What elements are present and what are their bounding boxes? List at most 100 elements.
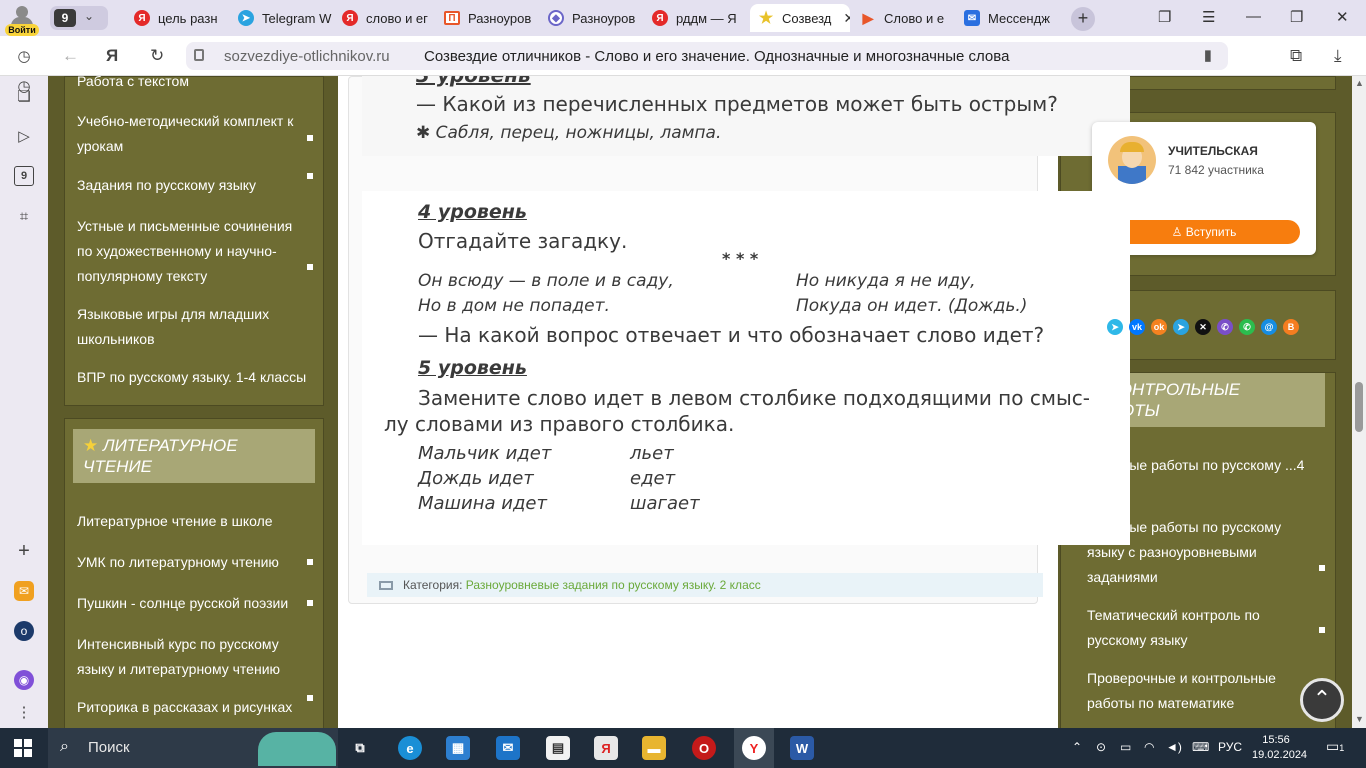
collections-icon[interactable]: ❐ (1158, 8, 1171, 26)
page-scrollbar[interactable]: ▲ ▼ (1352, 76, 1366, 728)
address-bar[interactable]: sozvezdiye-otlichnikov.ru Созвездие отли… (186, 42, 1228, 70)
mail-app-icon[interactable]: ✉ (496, 736, 520, 760)
opera-icon[interactable]: O (692, 736, 716, 760)
taskbar-search[interactable]: ⌕ Поиск (48, 728, 338, 768)
clock[interactable]: 15:56 19.02.2024 (1252, 733, 1307, 763)
extensions-icon[interactable]: ⧉ (1290, 46, 1302, 66)
vk-icon[interactable]: vk (1129, 319, 1145, 335)
chevron-up-icon[interactable]: ⌃ (1072, 740, 1082, 754)
keyboard-icon[interactable]: ⌨ (1192, 740, 1209, 754)
battery-icon[interactable]: ▭ (1120, 740, 1131, 754)
video-icon[interactable]: ▷ (14, 126, 34, 146)
tab-count: 9 (54, 9, 76, 27)
member-count: 71 842 участника (1168, 163, 1264, 177)
yandex-home-icon[interactable]: Я (106, 46, 118, 66)
viber-icon[interactable]: ✆ (1217, 319, 1233, 335)
restore-icon[interactable]: ❐ (1290, 8, 1303, 26)
menu-link[interactable]: Задания по русскому языку (77, 173, 309, 198)
navigation-bar: ← Я ↻ sozvezdiye-otlichnikov.ru Созвезди… (0, 36, 1366, 76)
download-icon[interactable]: ⤓ (1334, 46, 1342, 66)
lock-icon (194, 49, 204, 61)
notifications-icon[interactable]: ▭1 (1326, 738, 1344, 755)
pinterest-like-icon: П (444, 11, 460, 25)
add-panel-icon[interactable]: + (14, 540, 34, 562)
volume-icon[interactable]: ◄) (1166, 740, 1182, 754)
tab-count-button[interactable]: 9 ⌄ (50, 6, 108, 30)
menu-link[interactable]: Литературное чтение в школе (77, 509, 309, 534)
group-name[interactable]: УЧИТЕЛЬСКАЯ (1168, 144, 1258, 158)
menu-link[interactable]: Учебно-методический комплект к урокам (77, 109, 309, 159)
star-icon: ★ (758, 10, 774, 27)
category-link[interactable]: Разноуровневые задания по русскому языку… (466, 578, 761, 592)
tray-app-icon[interactable]: ⊙ (1096, 740, 1106, 754)
tab-5[interactable]: ◆ Разноуров (540, 4, 640, 32)
tab-6[interactable]: Я рддм — Я (644, 4, 744, 32)
tab-count-icon[interactable]: 9 (14, 166, 34, 186)
windows-start-icon[interactable] (14, 739, 32, 757)
tab-3[interactable]: Я слово и ег (334, 4, 434, 32)
menu-link[interactable]: Риторика в рассказах и рисунках (77, 695, 309, 720)
minimize-icon[interactable]: — (1246, 8, 1261, 25)
back-icon[interactable]: ← (62, 46, 79, 66)
history-clock-icon[interactable]: ◷ (14, 46, 34, 66)
wifi-icon[interactable]: ◠ (1144, 740, 1154, 754)
task-view-icon[interactable]: ⧉ (348, 736, 372, 760)
notepad-icon[interactable]: ▤ (546, 736, 570, 760)
scroll-up-icon[interactable]: ▲ (1355, 78, 1364, 88)
menu-link[interactable]: Тематический контроль по русскому языку (1087, 603, 1307, 653)
tab-4[interactable]: П Разноуров (436, 4, 536, 32)
menu-link[interactable]: Работа с текстом (77, 76, 309, 94)
scroll-to-top-button[interactable]: ⌃ (1300, 678, 1344, 722)
menu-link[interactable]: Языковые игры для младших школьников (77, 302, 309, 352)
submenu-marker-icon (307, 600, 313, 606)
join-group-button[interactable]: ♙ Вступить (1108, 220, 1300, 244)
language-indicator[interactable]: РУС (1218, 740, 1242, 754)
category-label: Категория: (403, 578, 463, 592)
collections-icon[interactable]: ❏ (14, 86, 34, 106)
menu-link[interactable]: Интенсивный курс по русскому языку и лит… (77, 632, 309, 682)
tab-9[interactable]: ✉ Мессендж (956, 4, 1060, 32)
tab-8[interactable]: ▶ Слово и е (852, 4, 952, 32)
menu-link[interactable]: Проверочные и контрольные работы по мате… (1087, 666, 1307, 716)
telegram-icon[interactable]: ➤ (1173, 319, 1189, 335)
menu-link[interactable]: Устные и письменные сочинения по художес… (77, 214, 309, 289)
menu-icon[interactable]: ☰ (1202, 8, 1215, 26)
tab-2[interactable]: ➤ Telegram W (230, 4, 334, 32)
textbook-image-levels-4-5: 4 уровень Отгадайте загадку. * * * Он вс… (362, 191, 1130, 545)
word-icon[interactable]: W (790, 736, 814, 760)
new-tab-button[interactable]: + (1071, 7, 1095, 31)
tab-active[interactable]: ★ Созвезд ✕ (750, 4, 850, 32)
menu-link[interactable]: Пушкин - солнце русской поэзии (77, 591, 309, 616)
profile-login-button[interactable]: Войти (4, 4, 40, 36)
alice-icon[interactable]: ◉ (14, 670, 34, 690)
menu-link[interactable]: УМК по литературному чтению (77, 550, 309, 575)
category-bar: Категория: Разноуровневые задания по рус… (367, 573, 1043, 597)
mail-icon[interactable]: ✉ (14, 581, 34, 601)
whatsapp-icon[interactable]: ✆ (1239, 319, 1255, 335)
textbook-image-level-3: 3 уровень — Какой из перечисленных предм… (362, 76, 1130, 156)
scroll-thumb[interactable] (1355, 382, 1363, 432)
file-explorer-icon[interactable]: ▬ (642, 736, 666, 760)
moimir-icon[interactable]: @ (1261, 319, 1277, 335)
edge-icon[interactable]: e (398, 736, 422, 760)
screenshot-icon[interactable]: ⌗ (14, 206, 34, 226)
x-icon[interactable]: ✕ (1195, 319, 1211, 335)
tab-label: Созвезд (782, 10, 832, 26)
menu-link[interactable]: ВПР по русскому языку. 1-4 классы (77, 365, 309, 390)
yandex-browser-icon[interactable]: Y (742, 736, 766, 760)
ok-icon[interactable]: ok (1151, 319, 1167, 335)
assistant-icon[interactable]: o (14, 621, 34, 641)
tab-1[interactable]: Я цель разн (126, 4, 226, 32)
store-icon[interactable]: ▦ (446, 736, 470, 760)
close-window-icon[interactable]: ✕ (1336, 8, 1349, 26)
yandex-doc-icon[interactable]: Я (594, 736, 618, 760)
submenu-marker-icon (307, 559, 313, 565)
blogger-icon[interactable]: B (1283, 319, 1299, 335)
bookmark-icon[interactable]: ▮ (1204, 46, 1212, 64)
close-icon[interactable]: ✕ (843, 10, 850, 27)
submenu-marker-icon (1319, 627, 1325, 633)
reload-icon[interactable]: ↻ (150, 46, 164, 66)
scroll-down-icon[interactable]: ▼ (1355, 714, 1364, 724)
zen-icon[interactable]: ➤ (1107, 319, 1123, 335)
more-icon[interactable]: ⋮ (14, 702, 34, 722)
